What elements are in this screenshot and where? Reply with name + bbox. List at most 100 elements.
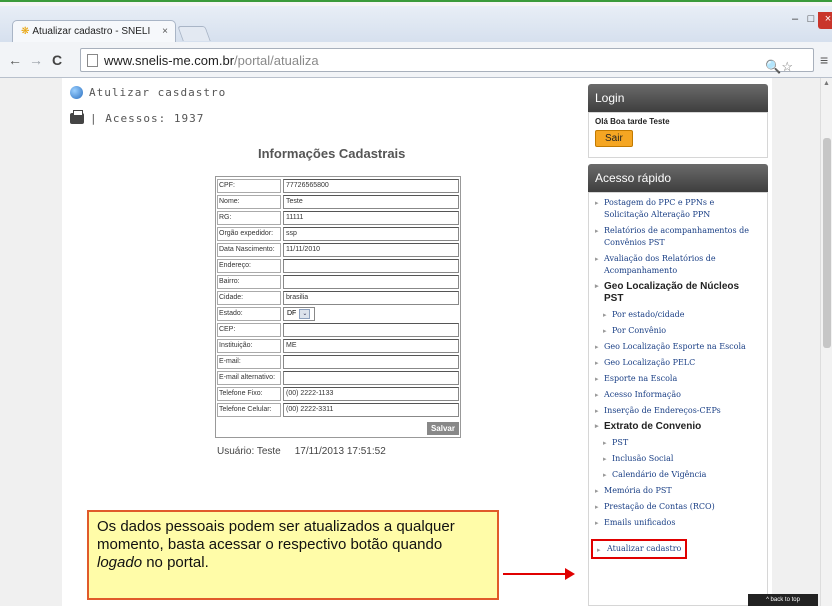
field-label: Cidade: bbox=[217, 291, 281, 305]
field-label: CEP: bbox=[217, 323, 281, 337]
printer-icon[interactable] bbox=[70, 110, 84, 124]
browser-tab[interactable]: ❋ Atualizar cadastro - SNELI × bbox=[12, 20, 176, 42]
quick-access-panel: Postagem do PPC e PPNs e Solicitação Alt… bbox=[588, 192, 768, 606]
institution-field[interactable]: ME bbox=[283, 339, 459, 353]
callout-text-before: Os dados pessoais podem ser atualizados … bbox=[97, 518, 455, 553]
form-row-cidade: Cidade: brasilia bbox=[217, 290, 459, 306]
field-label: Telefone Fixo: bbox=[217, 387, 281, 401]
access-counter: | Acessos: 1937 bbox=[70, 110, 205, 125]
callout-text-after: no portal. bbox=[142, 554, 209, 571]
quick-access-item[interactable]: Por estado/cidade bbox=[603, 309, 761, 321]
birthdate-field[interactable]: 11/11/2010 bbox=[283, 243, 459, 257]
name-field[interactable]: Teste bbox=[283, 195, 459, 209]
quick-access-item[interactable]: Prestação de Contas (RCO) bbox=[595, 501, 761, 513]
form-row-nascimento: Data Nascimento: 11/11/2010 bbox=[217, 242, 459, 258]
quick-access-item[interactable]: Geo Localização PELC bbox=[595, 357, 761, 369]
quick-access-item[interactable]: Geo Localização Esporte na Escola bbox=[595, 341, 761, 353]
form-row-bairro: Bairro: bbox=[217, 274, 459, 290]
globe-icon bbox=[70, 86, 83, 99]
url-path: /portal/atualiza bbox=[234, 52, 319, 68]
quick-access-item[interactable]: Postagem do PPC e PPNs e Solicitação Alt… bbox=[595, 197, 761, 221]
logout-button[interactable]: Sair bbox=[595, 130, 633, 147]
user-name: Usuário: Teste bbox=[217, 446, 281, 457]
save-button[interactable]: Salvar bbox=[426, 421, 459, 435]
new-tab-button[interactable] bbox=[177, 26, 211, 41]
form-row-email: E-mail: bbox=[217, 354, 459, 370]
quick-access-item[interactable]: Por Convênio bbox=[603, 325, 761, 337]
quick-access-item[interactable]: Memória do PST bbox=[595, 485, 761, 497]
issuer-field[interactable]: ssp bbox=[283, 227, 459, 241]
field-label: CPF: bbox=[217, 179, 281, 193]
registration-form: CPF: 77726565800 Nome: Teste RG: 11111 Orgã… bbox=[215, 176, 461, 438]
quick-access-item[interactable]: Inserção de Endereços-CEPs bbox=[595, 405, 761, 417]
quick-access-title: Acesso rápido bbox=[588, 164, 768, 192]
district-field[interactable] bbox=[283, 275, 459, 289]
browser-titlebar: ❋ Atualizar cadastro - SNELI × – □ × bbox=[0, 6, 832, 42]
field-label: E-mail alternativo: bbox=[217, 371, 281, 385]
back-arrow-icon[interactable]: ← bbox=[8, 52, 22, 68]
greeting-text: Olá Boa tarde Teste bbox=[595, 117, 670, 126]
form-row-instituicao: Instituição: ME bbox=[217, 338, 459, 354]
page-icon bbox=[87, 53, 98, 67]
form-row-rg: RG: 11111 bbox=[217, 210, 459, 226]
form-row-orgao: Orgão expedidor: ssp bbox=[217, 226, 459, 242]
quick-access-item[interactable]: Relatórios de acompanhamentos de Convêni… bbox=[595, 225, 761, 249]
back-to-top-button[interactable]: ^ back to top bbox=[748, 594, 818, 606]
reload-icon[interactable]: C bbox=[52, 52, 62, 68]
zoom-bookmark-icons[interactable]: 🔍☆ bbox=[765, 59, 793, 75]
form-row-telefone: Telefone Fixo: (00) 2222-1133 bbox=[217, 386, 459, 402]
quick-access-item[interactable]: Esporte na Escola bbox=[595, 373, 761, 385]
mobile-field[interactable]: (00) 2222-3311 bbox=[283, 403, 459, 417]
scroll-up-icon[interactable]: ▲ bbox=[823, 80, 830, 87]
menu-icon[interactable]: ≡ bbox=[820, 52, 828, 68]
field-label: Instituição: bbox=[217, 339, 281, 353]
cpf-field[interactable]: 77726565800 bbox=[283, 179, 459, 193]
phone-field[interactable]: (00) 2222-1133 bbox=[283, 387, 459, 401]
callout-arrow-line bbox=[503, 573, 567, 575]
callout-text-italic: logado bbox=[97, 554, 143, 571]
email-field[interactable] bbox=[283, 355, 459, 369]
browser-toolbar: ← → C www.snelis-me.com.br/portal/atuali… bbox=[0, 42, 832, 78]
field-label: E-mail: bbox=[217, 355, 281, 369]
quick-access-item[interactable]: Calendário de Vigência bbox=[603, 469, 761, 481]
alt-email-field[interactable] bbox=[283, 371, 459, 385]
maximize-button[interactable]: □ bbox=[804, 12, 818, 29]
quick-access-item[interactable]: Acesso Informação bbox=[595, 389, 761, 401]
user-info: Usuário: Teste 17/11/2013 17:51:52 bbox=[217, 446, 386, 457]
field-label: Telefone Celular: bbox=[217, 403, 281, 417]
field-label: Bairro: bbox=[217, 275, 281, 289]
quick-access-item[interactable]: PST bbox=[603, 437, 761, 449]
minimize-button[interactable]: – bbox=[788, 12, 802, 29]
scrollbar-thumb[interactable] bbox=[823, 138, 831, 348]
field-label: Estado: bbox=[217, 307, 281, 321]
quick-access-item[interactable]: Geo Localização de Núcleos PST bbox=[595, 281, 761, 305]
quick-access-item[interactable]: Inclusão Social bbox=[603, 453, 761, 465]
vertical-scrollbar[interactable]: ▲ bbox=[820, 78, 832, 606]
field-label: Orgão expedidor: bbox=[217, 227, 281, 241]
cep-field[interactable] bbox=[283, 323, 459, 337]
state-select[interactable]: DF ⌄ bbox=[283, 307, 315, 321]
field-label: Data Nascimento: bbox=[217, 243, 281, 257]
close-window-button[interactable]: × bbox=[818, 12, 832, 29]
login-panel: Olá Boa tarde Teste Sair bbox=[588, 112, 768, 158]
form-actions: Salvar bbox=[217, 418, 459, 436]
update-profile-link[interactable]: Atualizar cadastro bbox=[591, 539, 688, 559]
breadcrumb-text: Atulizar casdastro bbox=[89, 86, 227, 99]
url-host: www.snelis-me.com.br bbox=[104, 52, 235, 68]
callout-arrow-head bbox=[565, 568, 575, 580]
state-value: DF bbox=[287, 310, 297, 317]
tab-close-icon[interactable]: × bbox=[162, 26, 168, 37]
address-bar[interactable]: www.snelis-me.com.br/portal/atualiza 🔍☆ bbox=[80, 48, 814, 75]
forward-arrow-icon[interactable]: → bbox=[29, 52, 43, 68]
access-count-text: | Acessos: 1937 bbox=[90, 112, 205, 125]
address-field[interactable] bbox=[283, 259, 459, 273]
form-row-celular: Telefone Celular: (00) 2222-3311 bbox=[217, 402, 459, 418]
chevron-down-icon: ⌄ bbox=[299, 309, 311, 319]
quick-access-list: Postagem do PPC e PPNs e Solicitação Alt… bbox=[595, 197, 761, 529]
city-field[interactable]: brasilia bbox=[283, 291, 459, 305]
quick-access-item[interactable]: Extrato de Convenio bbox=[595, 421, 761, 433]
quick-access-item[interactable]: Emails unificados bbox=[595, 517, 761, 529]
rg-field[interactable]: 11111 bbox=[283, 211, 459, 225]
quick-access-item[interactable]: Avaliação dos Relatórios de Acompanhamen… bbox=[595, 253, 761, 277]
form-row-endereco: Endereço: bbox=[217, 258, 459, 274]
